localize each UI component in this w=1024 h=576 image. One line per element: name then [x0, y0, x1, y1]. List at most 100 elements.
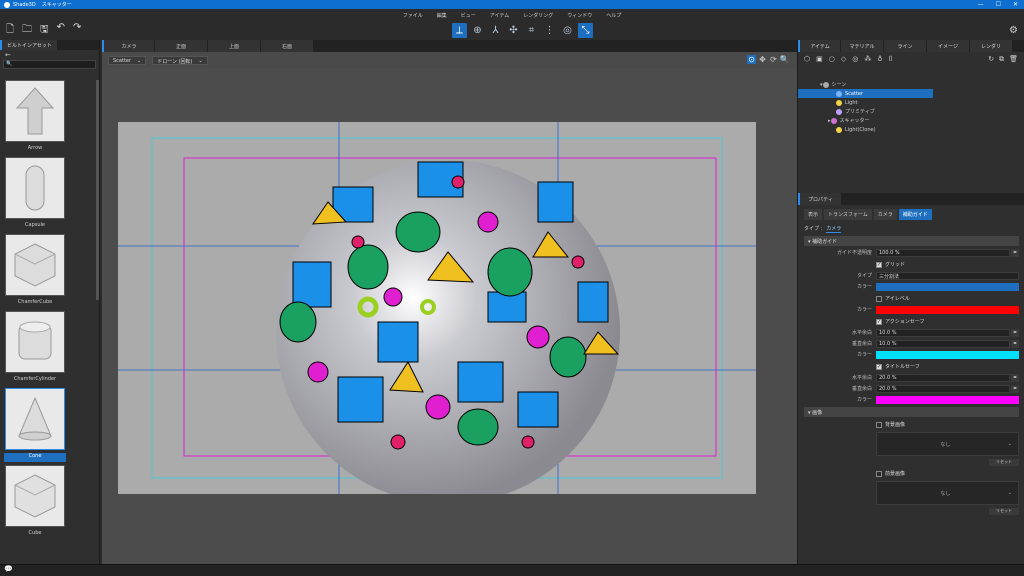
eyelevel-checkbox[interactable]: [876, 295, 882, 302]
title-h-field[interactable]: 20.0 %: [876, 373, 1010, 382]
action-h-field[interactable]: 10.0 %: [876, 328, 1010, 337]
bg-reset-button[interactable]: リセット: [989, 459, 1019, 466]
spin-icon[interactable]: ◂▸: [1011, 384, 1019, 393]
duplicate-icon[interactable]: ⧉: [999, 55, 1004, 64]
circle-icon[interactable]: ○: [829, 55, 835, 63]
tab-items[interactable]: アイテム: [798, 40, 840, 52]
asset-arrow[interactable]: Arrow: [3, 80, 67, 157]
tree-node-light[interactable]: Light: [798, 98, 1024, 107]
action-v-field[interactable]: 10.0 %: [876, 339, 1010, 348]
title-safe-checkbox[interactable]: ✓: [876, 363, 882, 370]
menu-view[interactable]: ビュー: [461, 12, 476, 19]
close-button[interactable]: ✕: [1013, 1, 1018, 8]
section-guides[interactable]: ▾ 補助ガイド: [804, 236, 1019, 246]
subtab-guides[interactable]: 補助ガイド: [898, 209, 932, 220]
new-file-icon[interactable]: 🗋: [6, 22, 14, 39]
tab-front[interactable]: 正面: [155, 40, 207, 52]
fg-reset-button[interactable]: リセット: [989, 508, 1019, 515]
asset-search-input[interactable]: 🔍: [3, 60, 96, 69]
back-arrow-icon[interactable]: ←: [0, 50, 99, 60]
light-icon[interactable]: ♁: [877, 55, 882, 63]
guide-opacity-field[interactable]: 100.0 %: [876, 248, 1010, 257]
tab-top[interactable]: 上面: [208, 40, 260, 52]
snap-tool-icon[interactable]: ⌗: [524, 23, 539, 38]
tree-node-light-clone[interactable]: Light(Clone): [798, 125, 1024, 134]
asset-chamfercube[interactable]: ChamferCube: [3, 234, 67, 311]
grid-color-swatch[interactable]: [876, 282, 1019, 291]
subtab-camera[interactable]: カメラ: [873, 209, 897, 220]
camera-select[interactable]: Scatter ⌄: [108, 55, 147, 65]
menu-file[interactable]: ファイル: [403, 12, 423, 19]
maximize-button[interactable]: ☐: [996, 1, 1001, 8]
action-safe-checkbox[interactable]: ✓: [876, 318, 882, 325]
fg-image-checkbox[interactable]: [876, 470, 882, 477]
tree-node-scatter[interactable]: Scatter: [798, 89, 933, 98]
open-folder-icon[interactable]: 🗀: [22, 22, 32, 39]
minimize-button[interactable]: —: [978, 1, 984, 8]
transform-tool-icon[interactable]: ✣: [506, 23, 521, 38]
scale-tool-icon[interactable]: ⅄: [488, 23, 503, 38]
menu-edit[interactable]: 編集: [437, 12, 447, 19]
menu-window[interactable]: ウィンドウ: [567, 12, 592, 19]
fg-image-select[interactable]: なし ⌄: [876, 481, 1019, 505]
menu-help[interactable]: ヘルプ: [606, 12, 621, 19]
asset-cube[interactable]: Cube: [3, 465, 67, 542]
tab-builtin-assets[interactable]: ビルトインアセット: [0, 40, 57, 50]
zoom-icon[interactable]: 🔍: [780, 55, 790, 64]
eyelevel-color-swatch[interactable]: [876, 305, 1019, 314]
tab-camera[interactable]: カメラ: [102, 40, 154, 52]
part-icon[interactable]: ◇: [841, 55, 846, 63]
action-color-swatch[interactable]: [876, 350, 1019, 359]
tab-rendering[interactable]: レンダリ: [970, 40, 1012, 52]
image-icon[interactable]: ▣: [816, 55, 823, 63]
asset-chamfercylinder[interactable]: ChamferCylinder: [3, 311, 67, 388]
drone-mode-select[interactable]: ドローン (回転) ⌄: [152, 55, 208, 65]
tab-images[interactable]: イメージ: [927, 40, 969, 52]
tab-properties[interactable]: プロパティ: [798, 193, 841, 205]
section-images[interactable]: ▾ 画像: [804, 407, 1019, 417]
grid-type-select[interactable]: 三分割法: [876, 271, 1019, 280]
bg-image-select[interactable]: なし ⌄: [876, 432, 1019, 456]
asset-capsule[interactable]: Capsule: [3, 157, 67, 234]
undo-icon[interactable]: ↶: [57, 22, 65, 39]
pivot-tool-icon[interactable]: ⋮: [542, 23, 557, 38]
spin-icon[interactable]: ◂▸: [1011, 373, 1019, 382]
asset-scrollbar[interactable]: [96, 80, 99, 300]
tree-node-scatter-part[interactable]: ▸ スキャッター: [798, 116, 1024, 125]
target-icon[interactable]: ⊙: [747, 55, 756, 64]
save-icon[interactable]: 🖫: [40, 22, 49, 39]
render-canvas[interactable]: [118, 122, 756, 504]
tab-lines[interactable]: ライン: [884, 40, 926, 52]
rotate-tool-icon[interactable]: ⊕: [470, 23, 485, 38]
type-value[interactable]: カメラ: [826, 226, 842, 233]
chat-icon[interactable]: 💬: [4, 565, 13, 573]
menu-render[interactable]: レンダリング: [523, 12, 553, 19]
refresh-icon[interactable]: ↻: [988, 55, 994, 64]
tree-node-scene[interactable]: ▾ シーン: [798, 80, 1024, 89]
tab-materials[interactable]: マテリアル: [841, 40, 883, 52]
pan-icon[interactable]: ✥: [758, 55, 767, 64]
camera-icon[interactable]: ⌷: [889, 55, 893, 64]
local-tool-icon[interactable]: ⤡: [578, 23, 593, 38]
world-tool-icon[interactable]: ◎: [560, 23, 575, 38]
3d-viewport[interactable]: [102, 68, 797, 564]
grid-checkbox[interactable]: ✓: [876, 261, 882, 268]
sphere-icon[interactable]: ◎: [852, 55, 858, 63]
trash-icon[interactable]: 🗑: [1009, 55, 1018, 64]
scatter-icon[interactable]: ⁂: [864, 55, 871, 63]
asset-cone[interactable]: Cone: [3, 388, 67, 465]
redo-icon[interactable]: ↷: [73, 22, 81, 39]
move-tool-icon[interactable]: ⟂: [452, 23, 467, 38]
tree-node-primitive[interactable]: プリミティブ: [798, 107, 1024, 116]
spin-icon[interactable]: ◂▸: [1011, 248, 1019, 257]
settings-gear-icon[interactable]: ⚙: [1009, 25, 1018, 36]
spin-icon[interactable]: ◂▸: [1011, 339, 1019, 348]
title-v-field[interactable]: 20.0 %: [876, 384, 1010, 393]
title-color-swatch[interactable]: [876, 395, 1019, 404]
bg-image-checkbox[interactable]: [876, 421, 882, 428]
menu-item[interactable]: アイテム: [490, 12, 510, 19]
orbit-icon[interactable]: ⟳: [769, 55, 778, 64]
spin-icon[interactable]: ◂▸: [1011, 328, 1019, 337]
tab-right[interactable]: 右面: [261, 40, 313, 52]
subtab-transform[interactable]: トランスフォーム: [824, 209, 872, 220]
